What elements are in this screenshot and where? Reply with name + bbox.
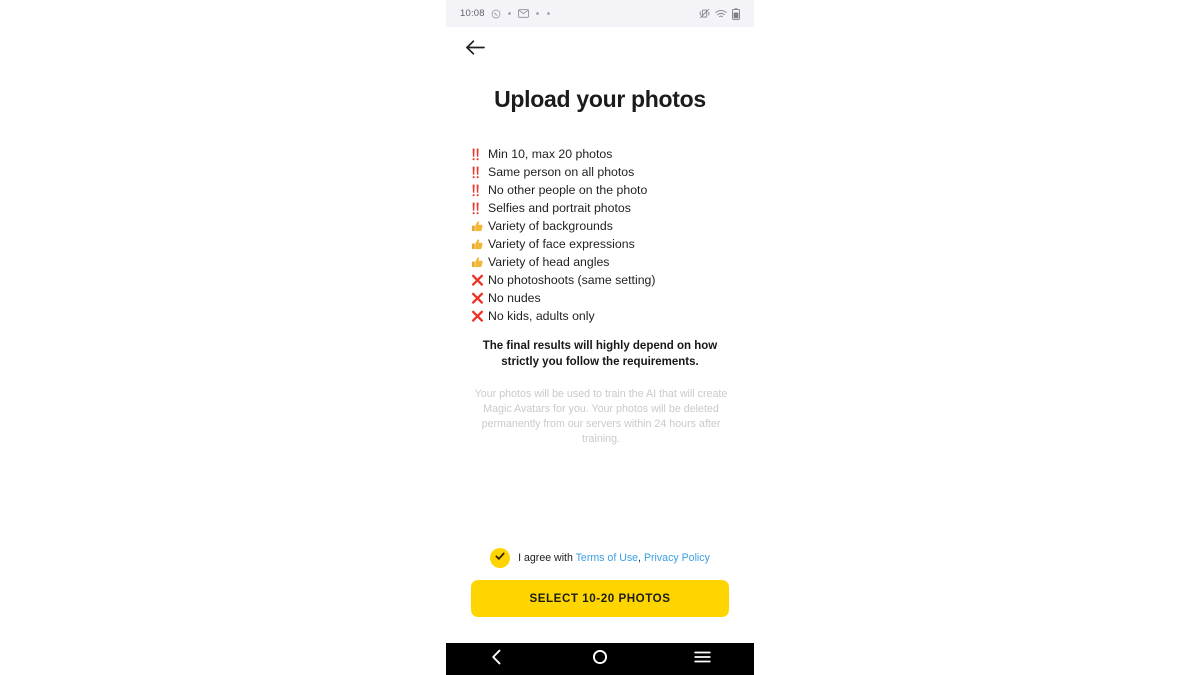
list-item-label: No photoshoots (same setting): [488, 273, 656, 287]
android-nav-bar: [446, 643, 754, 675]
list-item: No kids, adults only: [471, 307, 731, 325]
privacy-policy-link[interactable]: Privacy Policy: [644, 552, 710, 564]
list-item-label: No other people on the photo: [488, 183, 648, 197]
cross-mark-icon: [471, 274, 488, 287]
wifi-icon: [715, 9, 727, 19]
list-item: No other people on the photo: [471, 181, 731, 199]
list-item: Variety of backgrounds: [471, 217, 731, 235]
requirements-list: Min 10, max 20 photos Same person on all…: [471, 145, 731, 325]
whatsapp-icon: [491, 9, 501, 19]
list-item: Same person on all photos: [471, 163, 731, 181]
back-arrow-icon: [465, 39, 486, 61]
list-item-label: Same person on all photos: [488, 165, 635, 179]
list-item: No nudes: [471, 289, 731, 307]
list-item-label: No nudes: [488, 291, 541, 305]
agreement-row: I agree with Terms of Use, Privacy Polic…: [446, 548, 754, 568]
nav-back-button[interactable]: [477, 643, 517, 675]
nav-recents-button[interactable]: [683, 643, 723, 675]
status-bar: 10:08: [446, 0, 754, 27]
agreement-checkbox[interactable]: [490, 548, 511, 568]
back-arrow-button[interactable]: [462, 38, 488, 62]
list-item-label: Variety of head angles: [488, 255, 610, 269]
chevron-left-icon: [490, 649, 504, 670]
phone-screen: 10:08 Upload your photos Min 10, max 20 …: [446, 0, 754, 675]
status-bar-clock: 10:08: [460, 8, 485, 19]
battery-icon: [732, 7, 740, 20]
terms-of-use-link[interactable]: Terms of Use: [576, 552, 638, 564]
thumbs-up-icon: [471, 220, 488, 233]
checkmark-icon: [494, 549, 506, 567]
thumbs-up-icon: [471, 256, 488, 269]
list-item-label: Variety of face expressions: [488, 237, 635, 251]
disclaimer-text: Your photos will be used to train the AI…: [474, 388, 728, 445]
list-item-label: Selfies and portrait photos: [488, 201, 631, 215]
list-item-label: Min 10, max 20 photos: [488, 147, 613, 161]
vibrate-off-icon: [699, 8, 710, 19]
circle-icon: [592, 649, 608, 670]
status-bar-right: [699, 7, 740, 20]
status-bar-left: 10:08: [460, 8, 551, 19]
double-exclamation-icon: [471, 166, 488, 179]
emphasis-text: The final results will highly depend on …: [482, 340, 718, 368]
list-item: No photoshoots (same setting): [471, 271, 731, 289]
page-title: Upload your photos: [494, 86, 706, 112]
dot-icon: [507, 11, 512, 16]
dot-icon: [535, 11, 540, 16]
nav-home-button[interactable]: [580, 643, 620, 675]
list-item-label: Variety of backgrounds: [488, 219, 613, 233]
list-item: Selfies and portrait photos: [471, 199, 731, 217]
hamburger-icon: [694, 650, 711, 669]
thumbs-up-icon: [471, 238, 488, 251]
double-exclamation-icon: [471, 202, 488, 215]
agreement-text: I agree with Terms of Use, Privacy Polic…: [518, 552, 710, 564]
cross-mark-icon: [471, 292, 488, 305]
agreement-prefix: I agree with: [518, 552, 576, 564]
list-item: Min 10, max 20 photos: [471, 145, 731, 163]
list-item-label: No kids, adults only: [488, 309, 595, 323]
list-item: Variety of head angles: [471, 253, 731, 271]
dot-icon: [546, 11, 551, 16]
double-exclamation-icon: [471, 148, 488, 161]
list-item: Variety of face expressions: [471, 235, 731, 253]
cross-mark-icon: [471, 310, 488, 323]
message-icon: [517, 9, 529, 18]
select-photos-button[interactable]: SELECT 10-20 PHOTOS: [471, 580, 729, 617]
double-exclamation-icon: [471, 184, 488, 197]
